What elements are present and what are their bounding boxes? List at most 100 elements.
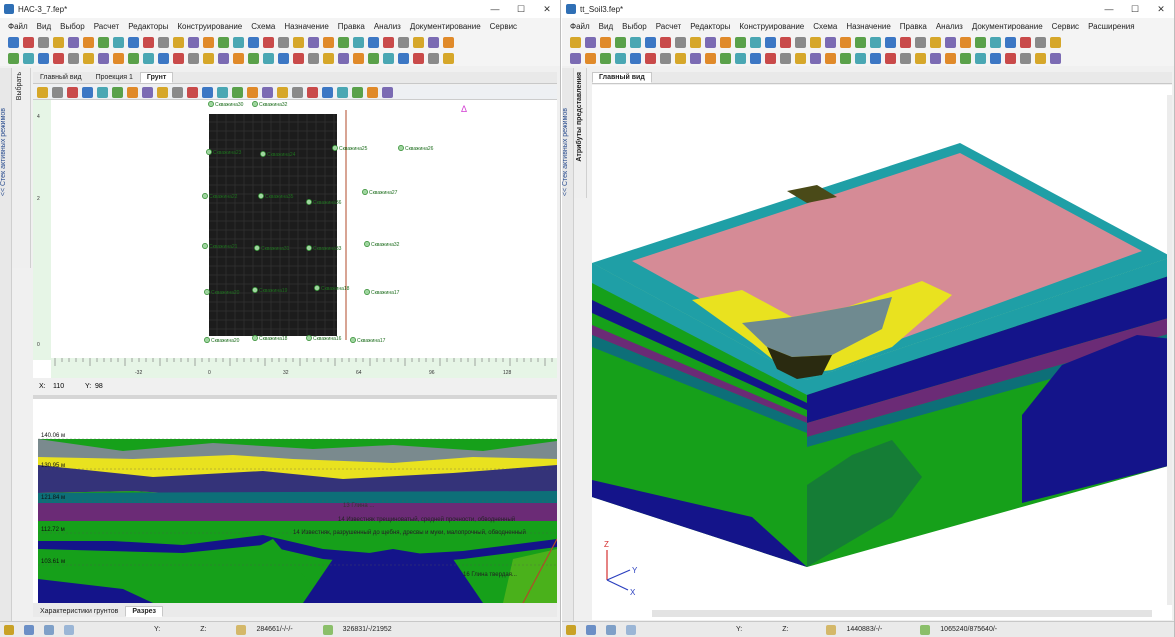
toolbar-button-icon[interactable] [900, 36, 911, 48]
view-attributes-label[interactable]: Атрибуты представления [576, 72, 583, 162]
grid-icon[interactable] [24, 624, 34, 635]
toolbar-button-icon[interactable] [645, 36, 656, 48]
toolbar-button-icon[interactable] [68, 36, 79, 48]
toolbar-button-icon[interactable] [765, 36, 776, 48]
toolbar-button-icon[interactable] [173, 52, 184, 64]
toolbar-button-icon[interactable] [113, 36, 124, 48]
toolbar-button-icon[interactable] [645, 52, 656, 64]
toolbar-button-icon[interactable] [570, 36, 581, 48]
toolbar-button-icon[interactable] [1005, 52, 1016, 64]
toolbar-button-icon[interactable] [705, 36, 716, 48]
toolbar-button-icon[interactable] [83, 52, 94, 64]
toolbar-button-icon[interactable] [8, 52, 19, 64]
soil-tool-icon[interactable] [112, 86, 123, 98]
toolbar-button-icon[interactable] [900, 52, 911, 64]
toolbar-button-icon[interactable] [615, 36, 626, 48]
menu-construct[interactable]: Конструирование [177, 22, 242, 31]
toolbar-button-icon[interactable] [23, 52, 34, 64]
menu-select[interactable]: Выбор [60, 22, 85, 31]
toolbar-button-icon[interactable] [323, 52, 334, 64]
toolbar-button-icon[interactable] [128, 52, 139, 64]
soil-tool-icon[interactable] [262, 86, 273, 98]
toolbar-button-icon[interactable] [308, 52, 319, 64]
toolbar-button-icon[interactable] [203, 36, 214, 48]
toolbar-button-icon[interactable] [308, 36, 319, 48]
toolbar-button-icon[interactable] [855, 52, 866, 64]
toolbar-button-icon[interactable] [750, 36, 761, 48]
soil-tool-icon[interactable] [322, 86, 333, 98]
toolbar-button-icon[interactable] [23, 36, 34, 48]
tab-main-view[interactable]: Главный вид [33, 72, 89, 83]
toolbar-button-icon[interactable] [293, 36, 304, 48]
toolbar-button-icon[interactable] [368, 52, 379, 64]
toolbar-button-icon[interactable] [945, 36, 956, 48]
toolbar-button-icon[interactable] [188, 36, 199, 48]
toolbar-button-icon[interactable] [293, 52, 304, 64]
ortho-icon[interactable] [44, 624, 54, 635]
select-mode-label[interactable]: Выбрать [16, 72, 23, 100]
soil-tool-icon[interactable] [352, 86, 363, 98]
toolbar-button-icon[interactable] [1020, 52, 1031, 64]
borehole-point-icon[interactable] [204, 289, 210, 295]
toolbar-button-icon[interactable] [675, 52, 686, 64]
toolbar-button-icon[interactable] [660, 52, 671, 64]
toolbar-button-icon[interactable] [383, 36, 394, 48]
borehole-point-icon[interactable] [208, 101, 214, 107]
horizontal-scrollbar[interactable] [652, 610, 1152, 617]
toolbar-button-icon[interactable] [233, 36, 244, 48]
toolbar-button-icon[interactable] [870, 36, 881, 48]
menu-edit[interactable]: Правка [338, 22, 365, 31]
menu-service[interactable]: Сервис [490, 22, 517, 31]
snap-grid-icon[interactable] [626, 624, 636, 635]
geologic-section[interactable]: 140.06 м 130.95 м 121.84 м 112.72 м 103.61 м… [33, 399, 557, 603]
toolbar-button-icon[interactable] [248, 36, 259, 48]
toolbar-button-icon[interactable] [1035, 36, 1046, 48]
toolbar-button-icon[interactable] [930, 36, 941, 48]
toolbar-button-icon[interactable] [615, 52, 626, 64]
borehole-point-icon[interactable] [306, 199, 312, 205]
snap-grid-icon[interactable] [64, 624, 74, 635]
toolbar-button-icon[interactable] [218, 36, 229, 48]
toolbar-button-icon[interactable] [353, 36, 364, 48]
left-active-modes-panel[interactable]: << Стек активных режимов [0, 68, 12, 621]
toolbar-button-icon[interactable] [825, 36, 836, 48]
borehole-point-icon[interactable] [398, 145, 404, 151]
menu-assign[interactable]: Назначение [846, 22, 890, 31]
toolbar-button-icon[interactable] [990, 36, 1001, 48]
menu-view[interactable]: Вид [37, 22, 51, 31]
borehole-point-icon[interactable] [364, 289, 370, 295]
toolbar-button-icon[interactable] [278, 52, 289, 64]
toolbar-button-icon[interactable] [840, 52, 851, 64]
soil-tool-icon[interactable] [292, 86, 303, 98]
toolbar-button-icon[interactable] [173, 36, 184, 48]
toolbar-button-icon[interactable] [720, 52, 731, 64]
borehole-point-icon[interactable] [252, 287, 258, 293]
borehole-point-icon[interactable] [204, 337, 210, 343]
toolbar-button-icon[interactable] [248, 52, 259, 64]
toolbar-button-icon[interactable] [885, 36, 896, 48]
tab-soil[interactable]: Грунт [139, 72, 174, 83]
borehole-point-icon[interactable] [350, 337, 356, 343]
menu-calc[interactable]: Расчет [94, 22, 119, 31]
borehole-point-icon[interactable] [258, 193, 264, 199]
borehole-point-icon[interactable] [306, 245, 312, 251]
toolbar-button-icon[interactable] [113, 52, 124, 64]
soil-tool-icon[interactable] [37, 86, 48, 98]
toolbar-button-icon[interactable] [885, 52, 896, 64]
borehole-point-icon[interactable] [254, 245, 260, 251]
soil-tool-icon[interactable] [97, 86, 108, 98]
toolbar-button-icon[interactable] [930, 52, 941, 64]
soil-tool-icon[interactable] [187, 86, 198, 98]
maximize-icon[interactable]: ☐ [508, 0, 534, 18]
close-icon[interactable]: ✕ [534, 0, 560, 18]
menu-extensions[interactable]: Расширения [1088, 22, 1135, 31]
toolbar-button-icon[interactable] [53, 52, 64, 64]
close-icon[interactable]: ✕ [1148, 0, 1174, 18]
soil-tool-icon[interactable] [67, 86, 78, 98]
toolbar-button-icon[interactable] [428, 36, 439, 48]
soil-tool-icon[interactable] [307, 86, 318, 98]
toolbar-button-icon[interactable] [765, 52, 776, 64]
toolbar-button-icon[interactable] [263, 36, 274, 48]
menu-construct[interactable]: Конструирование [739, 22, 804, 31]
tab-projection-1[interactable]: Проекция 1 [89, 72, 140, 83]
